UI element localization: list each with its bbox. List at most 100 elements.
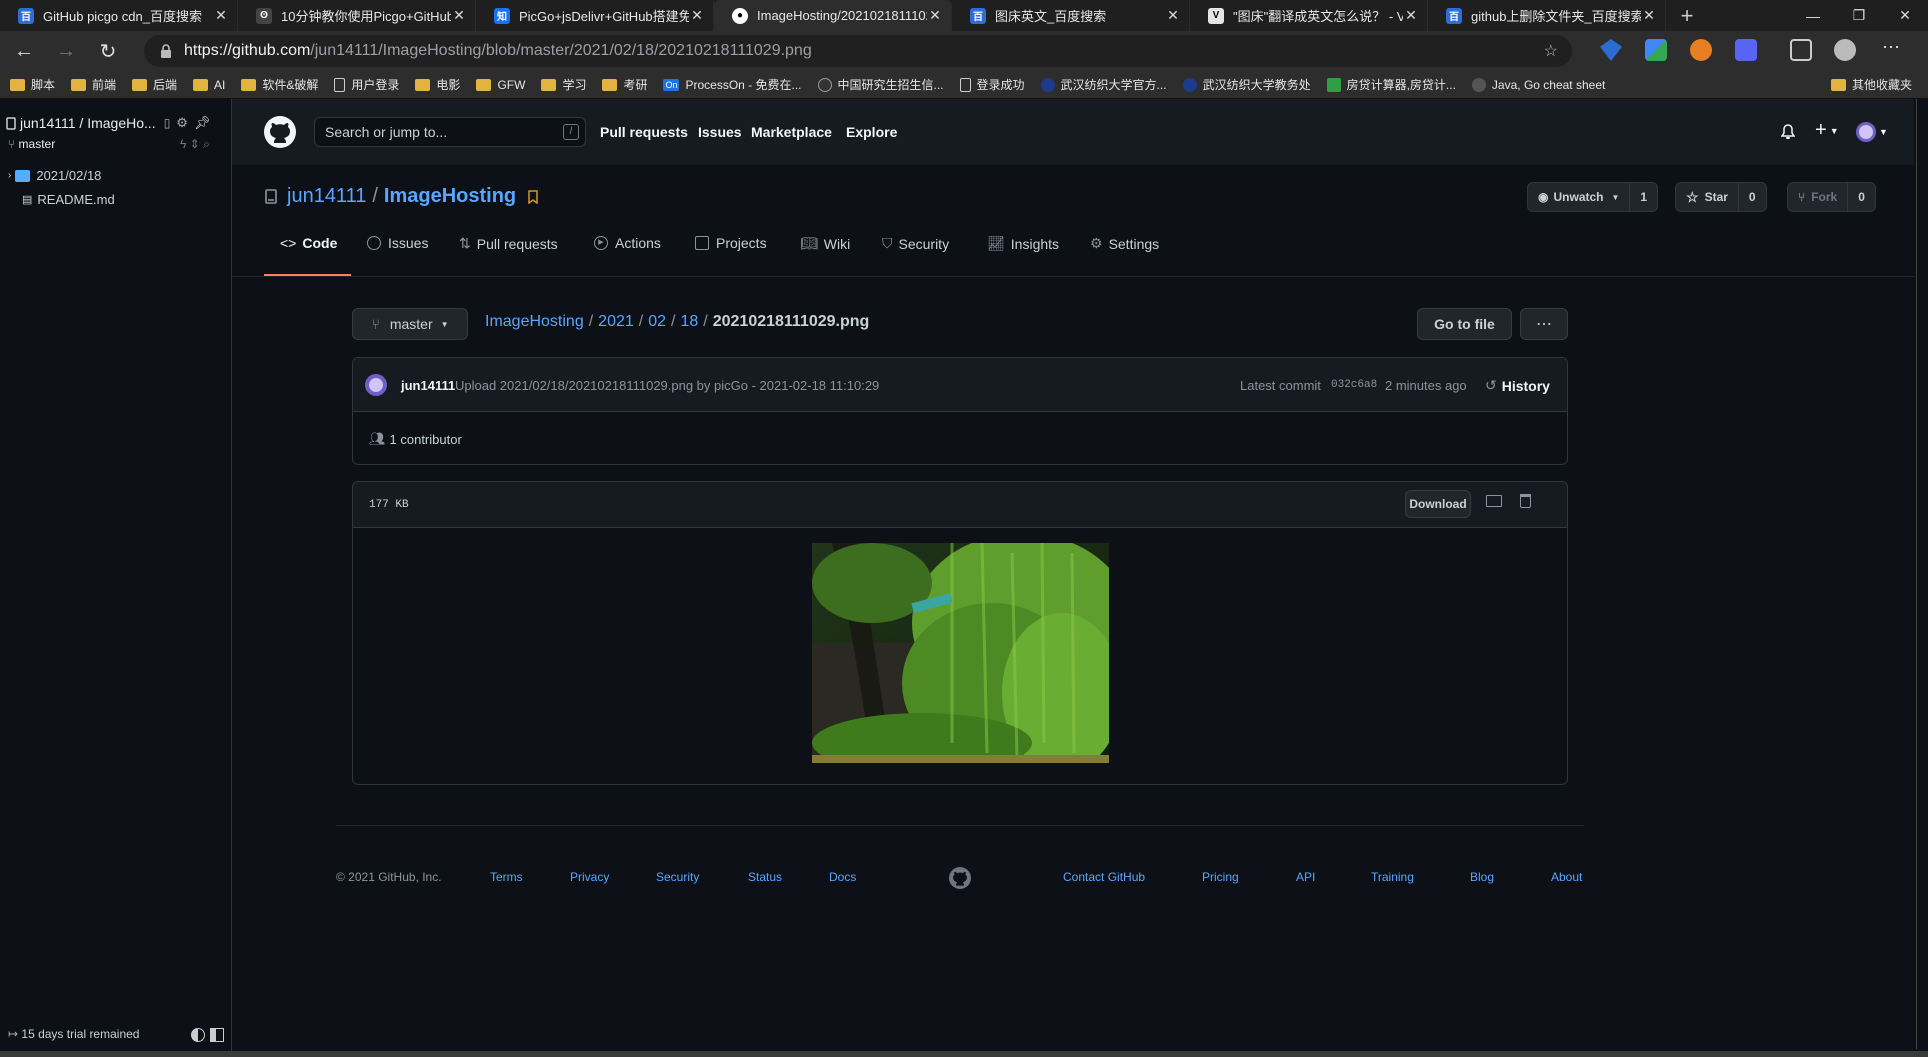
bookmark-folder[interactable]: 脚本 xyxy=(10,76,55,93)
lightning-icon[interactable]: ϟ xyxy=(180,137,186,151)
bookmark-folder[interactable]: 学习 xyxy=(541,76,586,93)
nav-explore[interactable]: Explore xyxy=(846,124,897,140)
bookmark-folder[interactable]: AI xyxy=(193,78,225,92)
bookmark-folder[interactable]: 考研 xyxy=(602,76,647,93)
avatar[interactable] xyxy=(365,374,387,396)
trash-icon[interactable] xyxy=(1520,494,1531,508)
contributors[interactable]: 👥︎ 1 contributor xyxy=(369,431,462,447)
go-to-file-button[interactable]: Go to file xyxy=(1417,308,1512,340)
extension-icon[interactable] xyxy=(1600,39,1622,61)
bookmark-link[interactable]: 中国研究生招生信... xyxy=(817,76,944,93)
tab-settings[interactable]: ⚙ Settings xyxy=(1090,235,1159,252)
reload-icon[interactable]: ↻ xyxy=(90,33,126,69)
notification-bell-icon[interactable] xyxy=(1781,124,1795,140)
browser-tab[interactable]: 百 图床英文_百度搜索 ✕ xyxy=(952,0,1190,31)
footer-link-training[interactable]: Training xyxy=(1371,870,1414,884)
download-button[interactable]: Download xyxy=(1405,490,1471,518)
settings-gear-icon[interactable]: ⚙ xyxy=(176,115,188,131)
forward-icon[interactable]: → xyxy=(48,33,84,69)
user-avatar-dropdown[interactable]: ▼ xyxy=(1856,122,1888,142)
browser-tab[interactable]: V "图床"翻译成英文怎么说？ - V2EX ✕ xyxy=(1190,0,1428,31)
tab-pull-requests[interactable]: ⇅ Pull requests xyxy=(459,235,558,252)
bookmark-link[interactable]: 武汉纺织大学官方... xyxy=(1040,76,1167,93)
layout-toggle-icon[interactable] xyxy=(210,1028,224,1042)
extension-icon[interactable] xyxy=(1735,39,1757,61)
close-icon[interactable]: ✕ xyxy=(689,7,705,24)
nav-marketplace[interactable]: Marketplace xyxy=(751,124,832,140)
github-footer-logo-icon[interactable] xyxy=(949,867,971,889)
new-tab-button[interactable]: + xyxy=(1672,0,1702,31)
sidebar-branch[interactable]: ⑂ master xyxy=(8,137,55,151)
github-logo-icon[interactable] xyxy=(264,116,296,148)
nav-pull-requests[interactable]: Pull requests xyxy=(600,124,688,140)
breadcrumb-month[interactable]: 02 xyxy=(648,313,666,330)
footer-link-status[interactable]: Status xyxy=(748,870,782,884)
breadcrumb-repo[interactable]: ImageHosting xyxy=(485,313,584,330)
browser-tab[interactable]: 百 GitHub picgo cdn_百度搜索 ✕ xyxy=(0,0,238,31)
browser-tab[interactable]: ʘ 10分钟教你使用Picgo+GitHub+ ✕ xyxy=(238,0,476,31)
bookmark-link[interactable]: Java, Go cheat sheet xyxy=(1471,77,1605,92)
footer-link-api[interactable]: API xyxy=(1296,870,1315,884)
search-input[interactable]: Search or jump to... / xyxy=(314,117,586,147)
watch-count[interactable]: 1 xyxy=(1630,183,1657,211)
footer-link-privacy[interactable]: Privacy xyxy=(570,870,609,884)
commit-message[interactable]: Upload 2021/02/18/20210218111029.png by … xyxy=(455,378,879,393)
minimize-icon[interactable]: — xyxy=(1790,0,1836,31)
history-link[interactable]: ↺ History xyxy=(1485,377,1550,394)
scrollbar-thumb[interactable] xyxy=(1916,99,1926,1049)
bookmark-link[interactable]: 登录成功 xyxy=(959,76,1025,93)
footer-link-contact[interactable]: Contact GitHub xyxy=(1063,870,1145,884)
footer-link-blog[interactable]: Blog xyxy=(1470,870,1494,884)
collections-icon[interactable] xyxy=(1790,39,1812,61)
bookmark-link[interactable]: 武汉纺织大学教务处 xyxy=(1182,76,1311,93)
bookmark-icon[interactable]: ▯ xyxy=(164,116,171,130)
branch-select-button[interactable]: ⑂ master ▼ xyxy=(352,308,468,340)
breadcrumb-year[interactable]: 2021 xyxy=(598,313,634,330)
footer-link-docs[interactable]: Docs xyxy=(829,870,856,884)
bookmark-folder[interactable]: 电影 xyxy=(415,76,460,93)
close-icon[interactable]: ✕ xyxy=(451,7,467,24)
fork-button[interactable]: ⑂ Fork xyxy=(1788,183,1849,211)
fork-count[interactable]: 0 xyxy=(1848,183,1875,211)
repo-owner-link[interactable]: jun14111 xyxy=(287,185,366,208)
bookmark-folder[interactable]: 前端 xyxy=(71,76,116,93)
more-menu-icon[interactable]: ⋯ xyxy=(1880,38,1902,61)
extension-icon[interactable] xyxy=(1645,39,1667,61)
back-icon[interactable]: ← xyxy=(6,33,42,69)
extension-icon[interactable] xyxy=(1690,39,1712,61)
bookmark-folder[interactable]: 软件&破解 xyxy=(241,76,318,93)
create-new-dropdown[interactable]: + ▼ xyxy=(1815,119,1839,142)
close-icon[interactable]: ✕ xyxy=(1165,7,1181,24)
url-field[interactable]: https://github.com/jun14111/ImageHosting… xyxy=(144,35,1572,67)
commit-sha[interactable]: 032c6a8 xyxy=(1331,379,1377,391)
theme-toggle-icon[interactable] xyxy=(191,1028,205,1042)
favorite-star-icon[interactable]: ☆ xyxy=(1544,41,1558,61)
browser-tab-active[interactable]: ● ImageHosting/20210218111029. ✕ xyxy=(714,0,952,31)
search-icon[interactable]: ⌕ xyxy=(203,137,210,151)
footer-link-about[interactable]: About xyxy=(1551,870,1582,884)
close-icon[interactable]: ✕ xyxy=(927,7,943,24)
footer-link-pricing[interactable]: Pricing xyxy=(1202,870,1239,884)
collapse-icon[interactable]: ⇕ xyxy=(190,137,200,151)
close-icon[interactable]: ✕ xyxy=(1403,7,1419,24)
page-scrollbar[interactable] xyxy=(1914,99,1928,1055)
footer-link-security[interactable]: Security xyxy=(656,870,699,884)
desktop-icon[interactable] xyxy=(1486,495,1502,507)
pin-icon[interactable]: 📌︎ xyxy=(194,115,211,131)
repo-name-link[interactable]: ImageHosting xyxy=(384,185,516,208)
tree-item-file[interactable]: ▤ README.md xyxy=(22,192,115,207)
unwatch-button[interactable]: ◉ Unwatch ▼ xyxy=(1528,183,1631,211)
other-bookmarks[interactable]: 其他收藏夹 xyxy=(1830,76,1912,93)
bookmark-link[interactable]: 房贷计算器,房贷计... xyxy=(1326,76,1456,93)
tab-wiki[interactable]: 📖︎ Wiki xyxy=(800,235,850,252)
commit-author[interactable]: jun14111 xyxy=(401,378,455,393)
close-window-icon[interactable]: ✕ xyxy=(1882,0,1928,31)
more-options-button[interactable]: ⋯ xyxy=(1520,308,1568,340)
footer-link-terms[interactable]: Terms xyxy=(490,870,523,884)
star-button[interactable]: ☆ Star xyxy=(1676,183,1739,211)
breadcrumb-day[interactable]: 18 xyxy=(680,313,698,330)
sidebar-repo[interactable]: jun14111 / ImageHo... ▯ ⚙ 📌︎ xyxy=(6,115,210,131)
profile-avatar[interactable] xyxy=(1834,39,1856,61)
restore-icon[interactable]: ❐ xyxy=(1836,0,1882,31)
tab-insights[interactable]: 📈︎ Insights xyxy=(987,235,1059,252)
